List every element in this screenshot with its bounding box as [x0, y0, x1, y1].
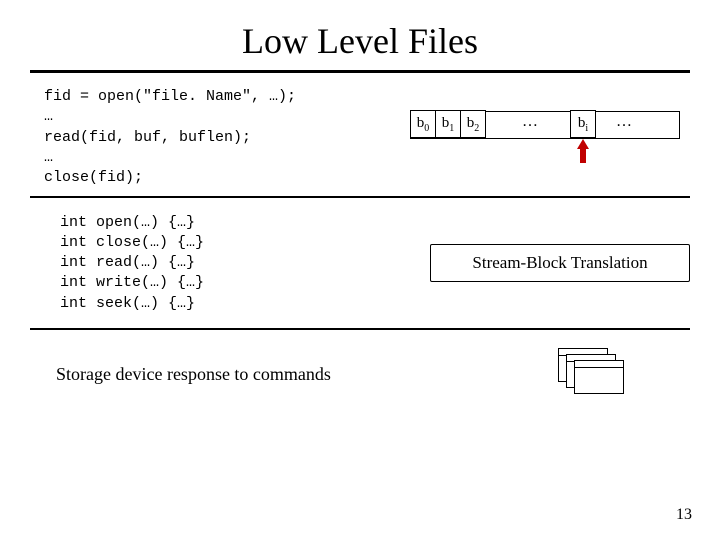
impl-code-block: int open(…) {…} int close(…) {…} int rea…: [60, 213, 410, 314]
block-bi-sub: i: [585, 123, 588, 134]
page-number: 13: [676, 506, 692, 524]
block-ellipsis-tail: …: [604, 110, 644, 138]
block-cell-bi: bi: [570, 110, 596, 138]
block-ribbon: b0 b1 b2 … bi …: [410, 111, 690, 171]
block-cell-b0: b0: [410, 110, 436, 138]
block-b2-sub: 2: [474, 123, 479, 134]
storage-caption: Storage device response to commands: [56, 364, 558, 385]
row-api-and-blocks: fid = open("file. Name", …); … read(fid,…: [0, 73, 720, 196]
arrow-head-icon: [577, 139, 589, 149]
block-cell-b1: b1: [435, 110, 461, 138]
block-b0-sub: 0: [424, 123, 429, 134]
stream-block-translation-box: Stream-Block Translation: [430, 244, 690, 282]
block-cell-b2: b2: [460, 110, 486, 138]
slide-title: Low Level Files: [0, 0, 720, 70]
block-b1-sub: 1: [449, 123, 454, 134]
stacked-windows-icon: [558, 348, 630, 400]
api-code-block: fid = open("file. Name", …); … read(fid,…: [44, 87, 410, 188]
arrow-stem-icon: [580, 149, 586, 163]
row-impl-and-sbt: int open(…) {…} int close(…) {…} int rea…: [0, 198, 720, 328]
block-ellipsis-mid: …: [500, 110, 560, 138]
row-storage: Storage device response to commands: [0, 330, 720, 400]
slide: Low Level Files fid = open("file. Name",…: [0, 0, 720, 540]
window-icon: [574, 360, 624, 394]
